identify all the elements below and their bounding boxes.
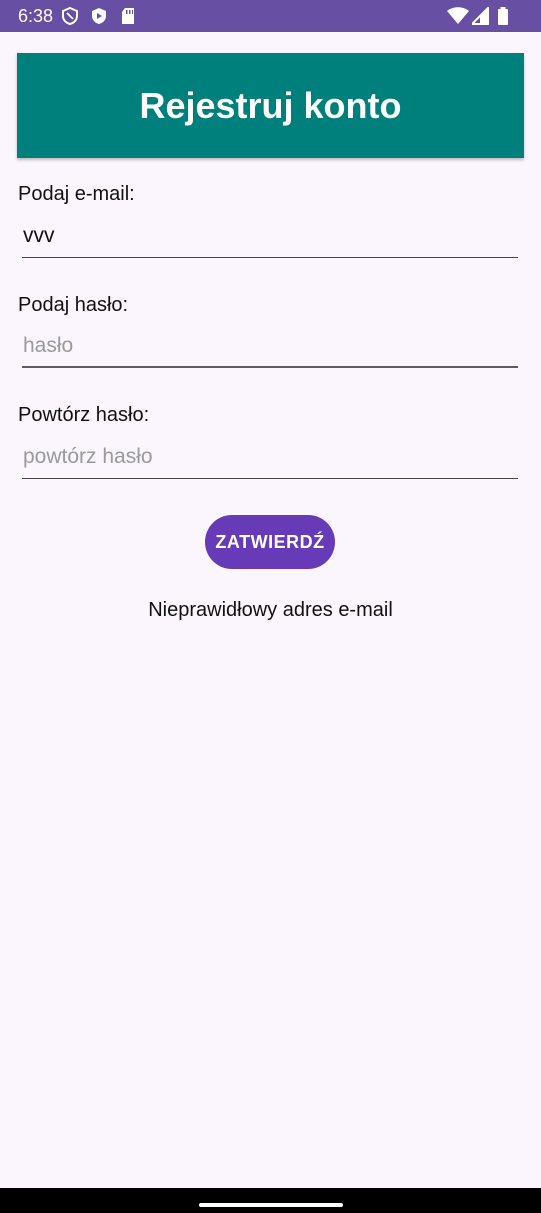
home-gesture-handle[interactable] <box>199 1203 343 1207</box>
status-time: 6:38 <box>18 6 54 26</box>
sd-card-icon <box>119 7 137 25</box>
status-bar: 6:38 <box>0 0 541 32</box>
battery-icon <box>497 7 509 25</box>
shield-icon <box>90 7 108 25</box>
page-title: Rejestruj konto <box>139 84 402 126</box>
password-label: Podaj hasło: <box>18 294 129 316</box>
navigation-bar <box>0 1188 541 1213</box>
shield-outline-icon <box>61 6 79 26</box>
wifi-icon <box>447 7 469 25</box>
email-field[interactable]: vvv <box>22 218 518 258</box>
repeat-password-field[interactable]: powtórz hasło <box>22 439 518 479</box>
submit-button[interactable]: ZATWIERDŹ <box>205 515 335 569</box>
header-banner: Rejestruj konto <box>17 53 524 158</box>
password-field[interactable]: hasło <box>22 328 518 368</box>
signal-icon <box>469 5 490 25</box>
submit-button-label: ZATWIERDŹ <box>215 531 325 552</box>
error-message: Nieprawidłowy adres e-mail <box>148 599 393 621</box>
email-label: Podaj e-mail: <box>18 183 135 205</box>
repeat-password-label: Powtórz hasło: <box>18 404 150 426</box>
